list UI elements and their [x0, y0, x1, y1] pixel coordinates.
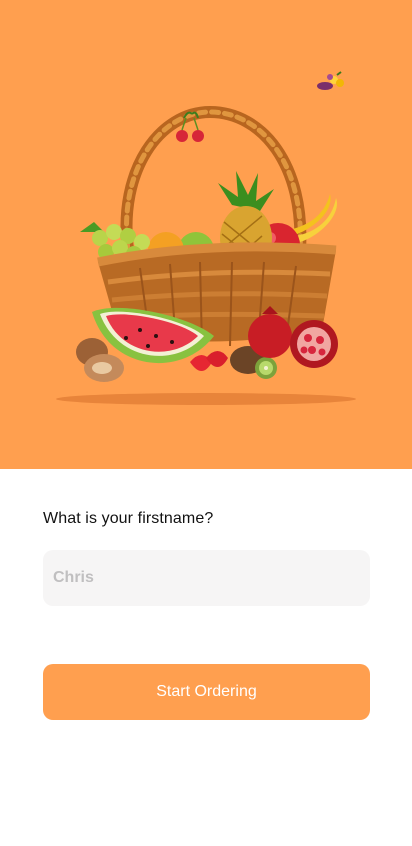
basket-shadow: [56, 393, 356, 405]
firstname-input[interactable]: [43, 550, 370, 606]
name-question-label: What is your firstname?: [43, 510, 214, 527]
fruit-basket-illustration: [0, 0, 412, 469]
start-ordering-button[interactable]: Start Ordering: [43, 664, 370, 720]
hero-banner: [0, 0, 412, 469]
welcome-screen: What is your firstname? Start Ordering: [0, 0, 412, 846]
